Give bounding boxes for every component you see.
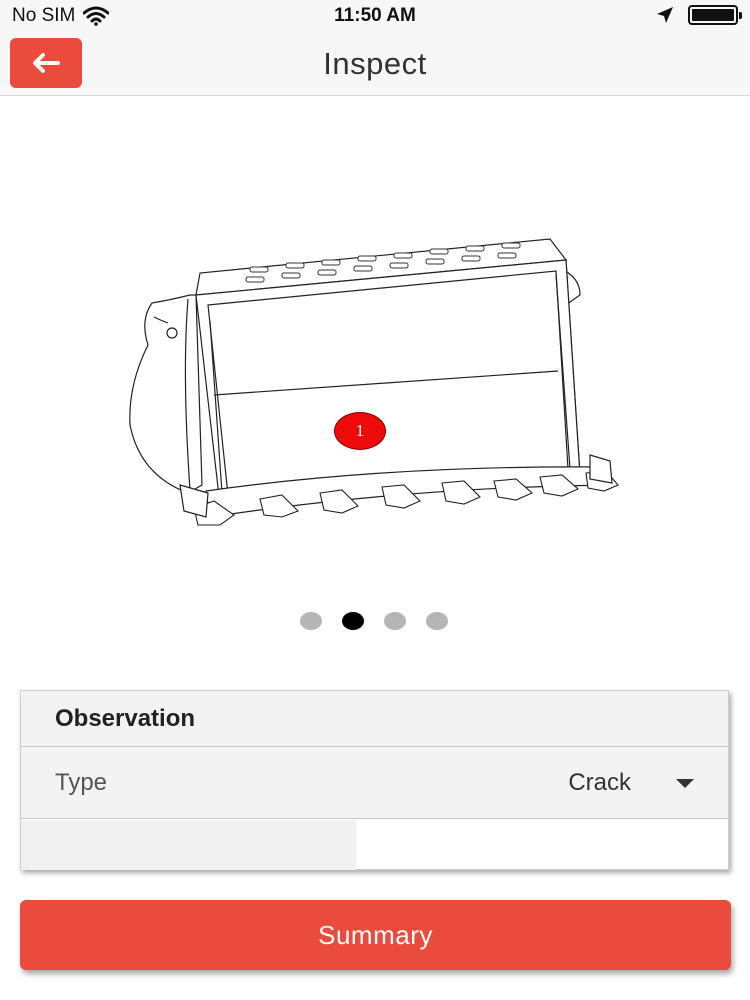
page-dot-3[interactable] bbox=[384, 612, 406, 630]
type-select[interactable]: Type Crack bbox=[21, 747, 728, 819]
page-dot-4[interactable] bbox=[426, 612, 448, 630]
battery-icon bbox=[688, 5, 742, 25]
status-bar: No SIM 11:50 AM bbox=[0, 0, 750, 32]
status-right bbox=[656, 5, 742, 25]
observation-header: Observation bbox=[21, 691, 728, 747]
nav-bar: Inspect bbox=[0, 32, 750, 96]
damage-marker[interactable]: 1 bbox=[334, 412, 386, 450]
observation-notes-area bbox=[21, 820, 356, 870]
page-indicator bbox=[0, 612, 749, 630]
page-dot-2-active[interactable] bbox=[342, 612, 364, 630]
page-title: Inspect bbox=[323, 46, 427, 81]
summary-button[interactable]: Summary bbox=[20, 900, 731, 970]
page-dot-1[interactable] bbox=[300, 612, 322, 630]
observation-card: Observation Type Crack bbox=[20, 690, 729, 870]
status-time: 11:50 AM bbox=[334, 5, 416, 26]
type-label: Type bbox=[55, 769, 108, 796]
chevron-down-icon bbox=[676, 779, 694, 788]
location-arrow-icon bbox=[657, 7, 673, 23]
type-value: Crack bbox=[568, 769, 631, 796]
bucket-drawing bbox=[129, 238, 619, 526]
